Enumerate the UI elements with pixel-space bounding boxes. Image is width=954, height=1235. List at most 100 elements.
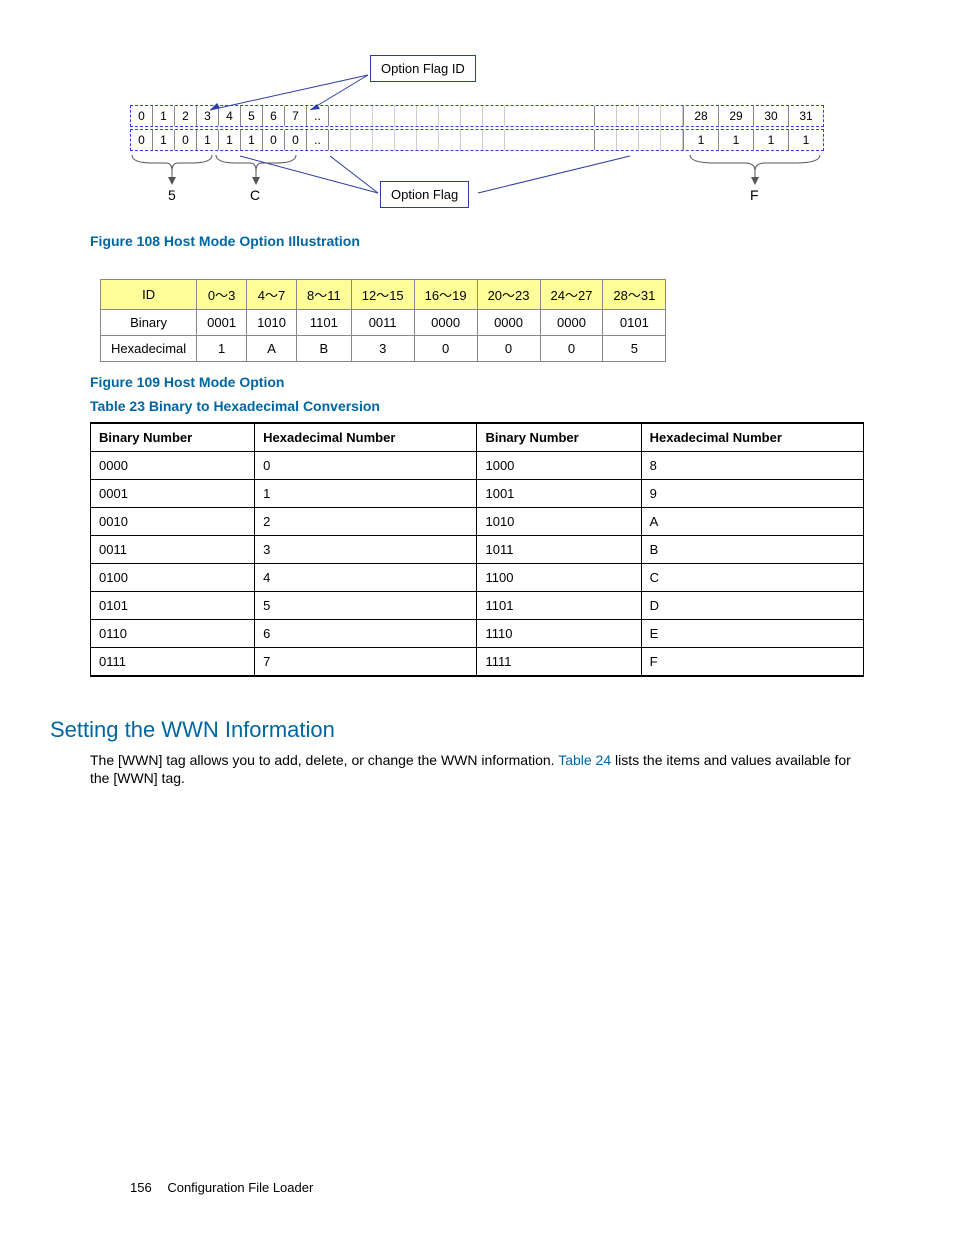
tbl23-cell: F bbox=[641, 648, 863, 677]
tbl109-cell: 0000 bbox=[540, 310, 603, 336]
bit-bin-cell: 0 bbox=[175, 130, 197, 150]
bit-id-cell: 7 bbox=[285, 106, 307, 126]
tbl23-cell: 0001 bbox=[91, 480, 255, 508]
bit-bin-cell: 1 bbox=[241, 130, 263, 150]
figure-109-caption: Figure 109 Host Mode Option bbox=[90, 374, 864, 390]
tbl23-cell: 1110 bbox=[477, 620, 641, 648]
tbl23-cell: 4 bbox=[255, 564, 477, 592]
tbl23-cell: E bbox=[641, 620, 863, 648]
bit-binary-row: 0 1 0 1 1 1 0 0 .. 1 1 1 1 bbox=[130, 129, 824, 151]
tbl109-cell: 0 bbox=[477, 336, 540, 362]
figure-109-table: ID 0～3 4～7 8～11 12～15 16～19 20～23 24～27 … bbox=[100, 279, 666, 362]
bit-id-cell: 5 bbox=[241, 106, 263, 126]
bit-bin-cell: 1 bbox=[219, 130, 241, 150]
bit-id-cell: 30 bbox=[754, 106, 789, 126]
tbl109-cell: B bbox=[297, 336, 352, 362]
tbl23-cell: 1 bbox=[255, 480, 477, 508]
tbl23-header: Binary Number bbox=[91, 423, 255, 452]
tbl23-cell: 1101 bbox=[477, 592, 641, 620]
bit-bin-cell: 1 bbox=[683, 130, 719, 150]
tbl109-rowlabel: Binary bbox=[101, 310, 197, 336]
tbl23-cell: 5 bbox=[255, 592, 477, 620]
tbl109-cell: 0 bbox=[540, 336, 603, 362]
page-number: 156 bbox=[130, 1180, 152, 1195]
table-23-caption: Table 23 Binary to Hexadecimal Conversio… bbox=[90, 398, 864, 414]
tbl23-cell: 1001 bbox=[477, 480, 641, 508]
tbl23-cell: 0101 bbox=[91, 592, 255, 620]
tbl23-header: Binary Number bbox=[477, 423, 641, 452]
bit-bin-cell: 1 bbox=[789, 130, 823, 150]
tbl23-cell: 0110 bbox=[91, 620, 255, 648]
tbl23-cell: D bbox=[641, 592, 863, 620]
tbl23-cell: 0010 bbox=[91, 508, 255, 536]
tbl109-header: 12～15 bbox=[351, 280, 414, 310]
tbl23-cell: 6 bbox=[255, 620, 477, 648]
table-24-link[interactable]: Table 24 bbox=[558, 752, 611, 768]
tbl109-cell: 0000 bbox=[477, 310, 540, 336]
tbl109-header: 28～31 bbox=[603, 280, 666, 310]
tbl23-cell: 0000 bbox=[91, 452, 255, 480]
bit-id-cell: 28 bbox=[683, 106, 719, 126]
tbl23-cell: 0100 bbox=[91, 564, 255, 592]
bit-id-cell: 2 bbox=[175, 106, 197, 126]
bit-bin-cell: 0 bbox=[131, 130, 153, 150]
tbl109-cell: 0001 bbox=[197, 310, 247, 336]
tbl23-cell: 1100 bbox=[477, 564, 641, 592]
tbl23-cell: 8 bbox=[641, 452, 863, 480]
bit-id-cell: 31 bbox=[789, 106, 823, 126]
tbl23-cell: C bbox=[641, 564, 863, 592]
table-23: Binary Number Hexadecimal Number Binary … bbox=[90, 422, 864, 677]
bit-bin-cell: .. bbox=[307, 130, 329, 150]
tbl23-cell: B bbox=[641, 536, 863, 564]
tbl109-cell: 5 bbox=[603, 336, 666, 362]
tbl23-header: Hexadecimal Number bbox=[641, 423, 863, 452]
option-flag-id-box: Option Flag ID bbox=[370, 55, 476, 82]
tbl109-cell: 1010 bbox=[247, 310, 297, 336]
tbl109-cell: 1101 bbox=[297, 310, 352, 336]
bit-id-cell: 29 bbox=[719, 106, 754, 126]
bit-bin-cell: 0 bbox=[285, 130, 307, 150]
tbl23-cell: A bbox=[641, 508, 863, 536]
body-text: The [WWN] tag allows you to add, delete,… bbox=[90, 752, 558, 768]
tbl109-header: ID bbox=[101, 280, 197, 310]
tbl23-header: Hexadecimal Number bbox=[255, 423, 477, 452]
tbl23-cell: 0111 bbox=[91, 648, 255, 677]
bit-id-cell: 4 bbox=[219, 106, 241, 126]
bit-id-cell: 3 bbox=[197, 106, 219, 126]
bit-id-cell: 6 bbox=[263, 106, 285, 126]
tbl109-cell: 0101 bbox=[603, 310, 666, 336]
bit-id-cell: .. bbox=[307, 106, 329, 126]
tbl109-cell: 0000 bbox=[414, 310, 477, 336]
tbl23-cell: 9 bbox=[641, 480, 863, 508]
figure-108-caption: Figure 108 Host Mode Option Illustration bbox=[90, 233, 864, 249]
footer-title: Configuration File Loader bbox=[167, 1180, 313, 1195]
hex-label-5: 5 bbox=[168, 187, 176, 203]
tbl109-header: 24～27 bbox=[540, 280, 603, 310]
tbl109-cell: 1 bbox=[197, 336, 247, 362]
bit-bin-cell: 1 bbox=[754, 130, 789, 150]
tbl23-cell: 1010 bbox=[477, 508, 641, 536]
tbl23-cell: 0011 bbox=[91, 536, 255, 564]
tbl109-header: 20～23 bbox=[477, 280, 540, 310]
figure-108-diagram: Option Flag ID 0 1 2 3 4 5 6 7 .. 28 bbox=[130, 55, 824, 221]
section-heading: Setting the WWN Information bbox=[50, 717, 864, 743]
tbl23-cell: 7 bbox=[255, 648, 477, 677]
bit-id-cell: 0 bbox=[131, 106, 153, 126]
tbl23-cell: 2 bbox=[255, 508, 477, 536]
hex-label-f: F bbox=[750, 187, 759, 203]
tbl23-cell: 1011 bbox=[477, 536, 641, 564]
tbl23-cell: 3 bbox=[255, 536, 477, 564]
tbl109-cell: 3 bbox=[351, 336, 414, 362]
tbl109-header: 0～3 bbox=[197, 280, 247, 310]
tbl23-cell: 0 bbox=[255, 452, 477, 480]
bit-bin-cell: 1 bbox=[197, 130, 219, 150]
bit-bin-cell: 1 bbox=[719, 130, 754, 150]
tbl109-rowlabel: Hexadecimal bbox=[101, 336, 197, 362]
option-flag-box: Option Flag bbox=[380, 181, 469, 208]
tbl109-cell: 0 bbox=[414, 336, 477, 362]
page-footer: 156 Configuration File Loader bbox=[130, 1180, 313, 1195]
bit-id-row: 0 1 2 3 4 5 6 7 .. 28 29 30 31 bbox=[130, 105, 824, 127]
tbl109-header: 4～7 bbox=[247, 280, 297, 310]
tbl109-header: 16～19 bbox=[414, 280, 477, 310]
tbl109-cell: 0011 bbox=[351, 310, 414, 336]
